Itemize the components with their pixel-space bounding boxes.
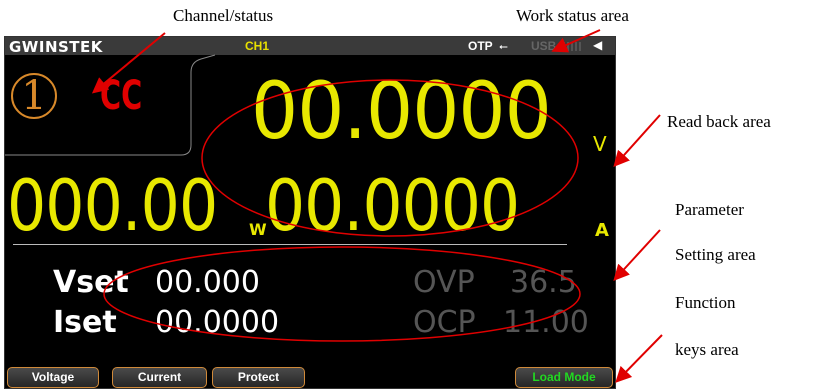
callout-keys-area: keys area bbox=[675, 340, 739, 359]
work-status-arrow bbox=[551, 29, 601, 53]
callout-work-status: Work status area bbox=[516, 6, 629, 25]
parameter-arrow bbox=[613, 229, 661, 281]
parameter-ellipse bbox=[103, 246, 581, 342]
callout-setting-area: Setting area bbox=[675, 245, 756, 264]
function-keys-arrow bbox=[615, 334, 663, 383]
annotation-overlay bbox=[91, 29, 663, 383]
channel-arrow bbox=[91, 32, 166, 94]
callout-function: Function bbox=[675, 293, 736, 312]
callout-parameter: Parameter bbox=[675, 200, 744, 219]
callout-read-back: Read back area bbox=[667, 112, 771, 131]
readback-ellipse bbox=[201, 79, 579, 237]
readback-arrow bbox=[613, 114, 661, 167]
callout-channel-status: Channel/status bbox=[173, 6, 274, 25]
